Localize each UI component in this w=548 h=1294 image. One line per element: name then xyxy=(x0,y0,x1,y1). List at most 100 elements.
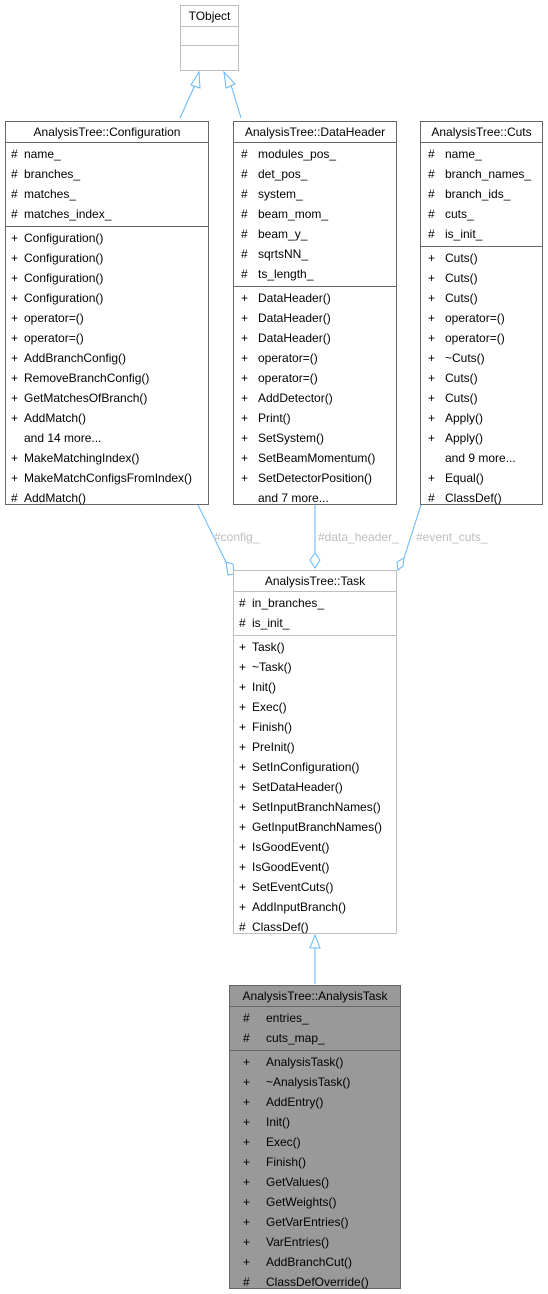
method-row[interactable]: + ~AnalysisTask() xyxy=(230,1072,400,1092)
method-row[interactable]: + SetInConfiguration() xyxy=(234,757,396,777)
method-row[interactable]: + Equal() xyxy=(421,468,542,488)
member-name: Cuts() xyxy=(445,371,478,385)
method-row[interactable]: + SetInputBranchNames() xyxy=(234,797,396,817)
method-row[interactable]: + DataHeader() xyxy=(234,308,396,328)
method-row[interactable]: + GetInputBranchNames() xyxy=(234,817,396,837)
visibility-marker: + xyxy=(243,1095,251,1109)
attribute-row[interactable]: # sqrtsNN_ xyxy=(234,244,396,264)
method-row[interactable]: + VarEntries() xyxy=(230,1232,400,1252)
attribute-row[interactable]: # is_init_ xyxy=(421,224,542,244)
method-row[interactable]: and 14 more... xyxy=(6,428,208,448)
method-row[interactable]: and 7 more... xyxy=(234,488,396,508)
attribute-row[interactable]: # cuts_ xyxy=(421,204,542,224)
class-node-dataheader[interactable]: AnalysisTree::DataHeader # modules_pos_ # de… xyxy=(233,121,397,505)
attributes-section: # name_ # branches_ # matches_ # matches_index_ xyxy=(6,142,208,226)
method-row[interactable]: + GetValues() xyxy=(230,1172,400,1192)
method-row[interactable]: + GetVarEntries() xyxy=(230,1212,400,1232)
attribute-row[interactable]: # matches_index_ xyxy=(6,204,208,224)
method-row[interactable]: + Configuration() xyxy=(6,248,208,268)
method-row[interactable]: + Finish() xyxy=(230,1152,400,1172)
method-row[interactable]: + Cuts() xyxy=(421,368,542,388)
method-row[interactable]: + operator=() xyxy=(234,348,396,368)
method-row[interactable]: + Cuts() xyxy=(421,288,542,308)
method-row[interactable]: + operator=() xyxy=(6,328,208,348)
method-row[interactable]: and 9 more... xyxy=(421,448,542,468)
member-name: IsGoodEvent() xyxy=(252,860,330,874)
method-row[interactable]: + Cuts() xyxy=(421,388,542,408)
method-row[interactable]: + GetMatchesOfBranch() xyxy=(6,388,208,408)
class-node-analysistask[interactable]: AnalysisTree::AnalysisTask # entries_ # cuts… xyxy=(229,985,401,1289)
attribute-row[interactable]: # branch_names_ xyxy=(421,164,542,184)
method-row[interactable]: + AddEntry() xyxy=(230,1092,400,1112)
attribute-row[interactable]: # cuts_map_ xyxy=(230,1028,400,1048)
method-row[interactable]: + AddDetector() xyxy=(234,388,396,408)
method-row[interactable]: + SetBeamMomentum() xyxy=(234,448,396,468)
method-row[interactable]: + MakeMatchingIndex() xyxy=(6,448,208,468)
method-row[interactable]: + SetDetectorPosition() xyxy=(234,468,396,488)
method-row[interactable]: + Exec() xyxy=(234,697,396,717)
method-row[interactable]: + Configuration() xyxy=(6,268,208,288)
method-row[interactable]: + operator=() xyxy=(421,328,542,348)
attribute-row[interactable]: # branches_ xyxy=(6,164,208,184)
attribute-row[interactable]: # modules_pos_ xyxy=(234,144,396,164)
method-row[interactable]: + DataHeader() xyxy=(234,328,396,348)
edge-dataheader-tobject xyxy=(223,70,242,119)
method-row[interactable]: # ClassDefOverride() xyxy=(230,1272,400,1292)
class-node-tobject[interactable]: TObject xyxy=(180,5,239,71)
method-row[interactable]: # AddMatch() xyxy=(6,488,208,508)
attribute-row[interactable]: # beam_mom_ xyxy=(234,204,396,224)
method-row[interactable]: + Init() xyxy=(234,677,396,697)
attribute-row[interactable]: # branch_ids_ xyxy=(421,184,542,204)
method-row[interactable]: + ~Task() xyxy=(234,657,396,677)
visibility-marker: + xyxy=(428,431,436,445)
method-row[interactable]: + GetWeights() xyxy=(230,1192,400,1212)
method-row[interactable]: + Configuration() xyxy=(6,288,208,308)
method-row[interactable]: + operator=() xyxy=(234,368,396,388)
method-row[interactable]: + AddMatch() xyxy=(6,408,208,428)
attribute-row[interactable]: # ts_length_ xyxy=(234,264,396,284)
method-row[interactable]: + operator=() xyxy=(6,308,208,328)
method-row[interactable]: + Configuration() xyxy=(6,228,208,248)
method-row[interactable]: + Apply() xyxy=(421,408,542,428)
method-row[interactable]: + Cuts() xyxy=(421,248,542,268)
method-row[interactable]: + PreInit() xyxy=(234,737,396,757)
class-title: TObject xyxy=(188,9,231,23)
method-row[interactable]: + ~Cuts() xyxy=(421,348,542,368)
attribute-row[interactable]: # is_init_ xyxy=(234,613,396,633)
method-row[interactable]: + Task() xyxy=(234,637,396,657)
attribute-row[interactable]: # entries_ xyxy=(230,1008,400,1028)
method-row[interactable]: + IsGoodEvent() xyxy=(234,837,396,857)
method-row[interactable]: + AddBranchCut() xyxy=(230,1252,400,1272)
attribute-row[interactable]: # system_ xyxy=(234,184,396,204)
attribute-row[interactable]: # in_branches_ xyxy=(234,593,396,613)
method-row[interactable]: + DataHeader() xyxy=(234,288,396,308)
method-row[interactable]: + Cuts() xyxy=(421,268,542,288)
member-name: AddBranchCut() xyxy=(266,1255,353,1269)
method-row[interactable]: + Print() xyxy=(234,408,396,428)
method-row[interactable]: + MakeMatchConfigsFromIndex() xyxy=(6,468,208,488)
attribute-row[interactable]: # name_ xyxy=(6,144,208,164)
method-row[interactable]: + Finish() xyxy=(234,717,396,737)
visibility-marker: + xyxy=(11,311,19,325)
method-row[interactable]: + Init() xyxy=(230,1112,400,1132)
method-row[interactable]: + AddInputBranch() xyxy=(234,897,396,917)
method-row[interactable]: + SetDataHeader() xyxy=(234,777,396,797)
attribute-row[interactable]: # matches_ xyxy=(6,184,208,204)
attribute-row[interactable]: # name_ xyxy=(421,144,542,164)
attribute-row[interactable]: # beam_y_ xyxy=(234,224,396,244)
class-node-configuration[interactable]: AnalysisTree::Configuration # name_ # branch… xyxy=(5,121,209,505)
method-row[interactable]: # ClassDef() xyxy=(234,917,396,937)
method-row[interactable]: + AddBranchConfig() xyxy=(6,348,208,368)
method-row[interactable]: + Apply() xyxy=(421,428,542,448)
method-row[interactable]: + operator=() xyxy=(421,308,542,328)
method-row[interactable]: + IsGoodEvent() xyxy=(234,857,396,877)
class-node-task[interactable]: AnalysisTree::Task # in_branches_ # is_init_… xyxy=(233,570,397,934)
method-row[interactable]: + SetEventCuts() xyxy=(234,877,396,897)
method-row[interactable]: + AnalysisTask() xyxy=(230,1052,400,1072)
method-row[interactable]: + SetSystem() xyxy=(234,428,396,448)
method-row[interactable]: + Exec() xyxy=(230,1132,400,1152)
class-node-cuts[interactable]: AnalysisTree::Cuts # name_ # branch_names_ # b… xyxy=(420,121,543,505)
method-row[interactable]: # ClassDef() xyxy=(421,488,542,508)
method-row[interactable]: + RemoveBranchConfig() xyxy=(6,368,208,388)
attribute-row[interactable]: # det_pos_ xyxy=(234,164,396,184)
